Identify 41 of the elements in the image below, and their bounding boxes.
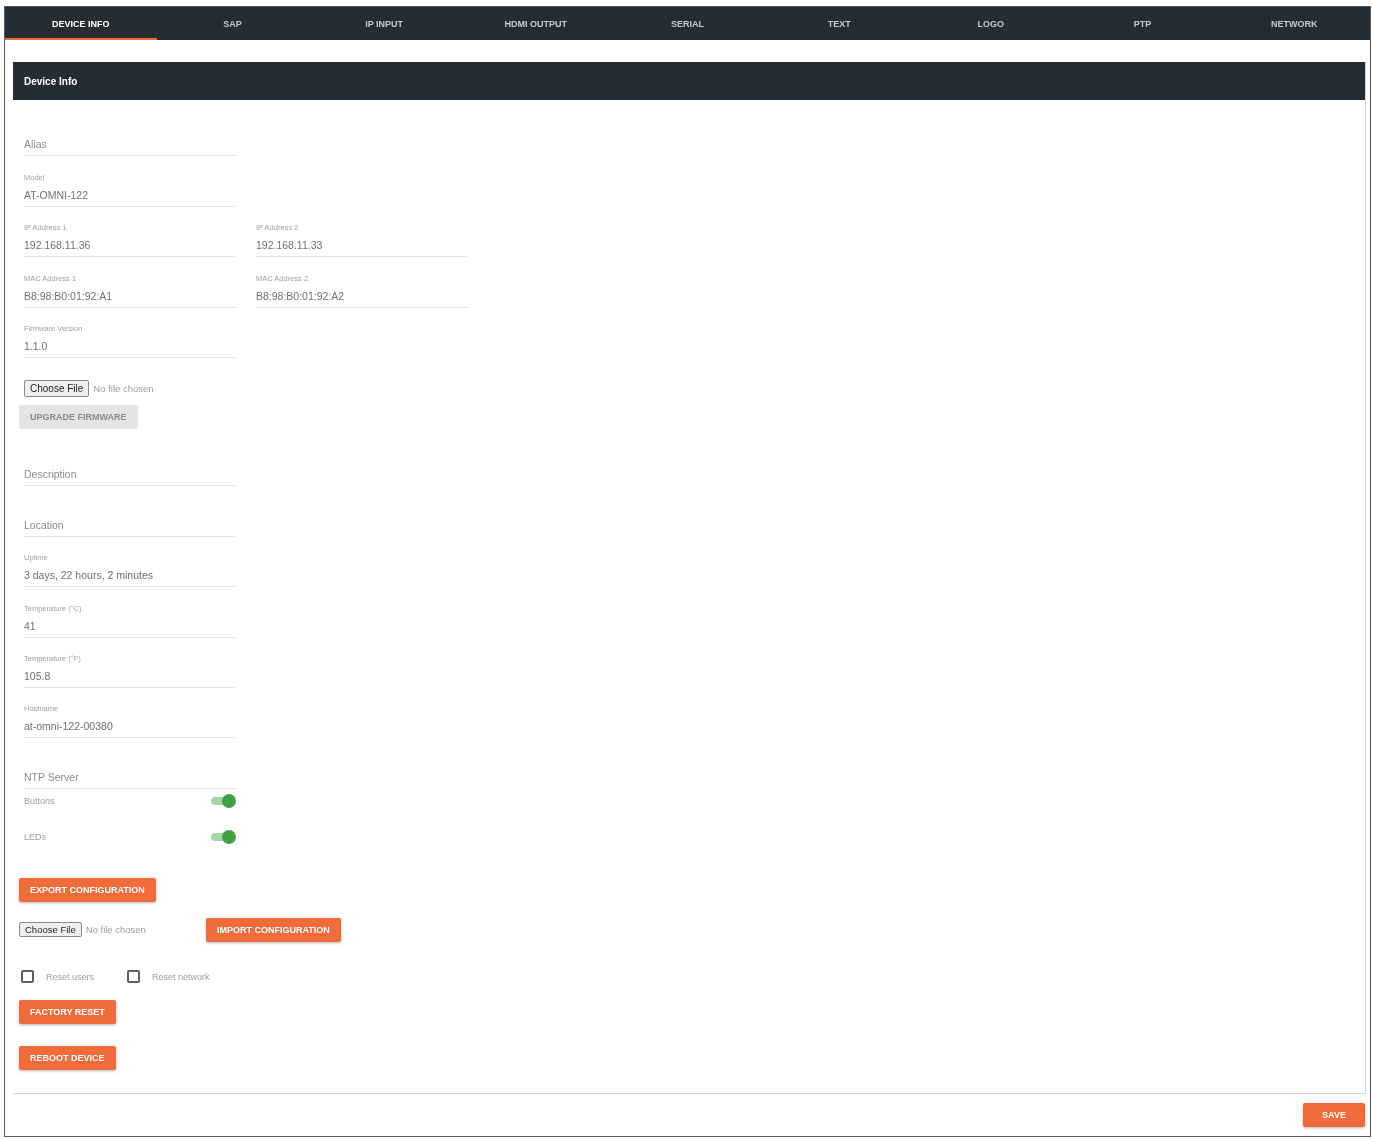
checkbox[interactable] <box>127 970 141 984</box>
action-button[interactable]: EXPORT CONFIGURATION <box>19 877 156 902</box>
tab[interactable]: LOGO <box>915 7 1067 40</box>
tab[interactable]: IP INPUT <box>308 7 460 40</box>
checkbox-label: Reset network <box>152 971 210 982</box>
save-button[interactable]: SAVE <box>1303 1102 1365 1127</box>
file-status: No file chosen <box>93 382 154 394</box>
checkbox-label: Reset users <box>46 971 95 982</box>
input-field[interactable]: AT-OMNI-122 <box>24 186 236 207</box>
input-field[interactable]: 192.168.11.36 <box>24 237 236 258</box>
tab[interactable]: SERIAL <box>611 7 764 40</box>
tab[interactable]: NETWORK <box>1218 7 1371 40</box>
input-field[interactable]: 192.168.11.33 <box>256 237 468 258</box>
input-field[interactable]: 3 days, 22 hours, 2 minutes <box>24 567 236 588</box>
toggle-switch[interactable] <box>210 829 236 844</box>
file-status: No file chosen <box>85 924 146 936</box>
tab[interactable]: DEVICE INFO <box>5 7 157 40</box>
section-title: Device Info <box>24 75 78 87</box>
input-field[interactable]: 1.1.0 <box>24 337 236 358</box>
tab[interactable]: TEXT <box>763 7 916 40</box>
input-field[interactable]: at-omni-122-00380 <box>24 718 236 739</box>
input-field[interactable]: B8:98:B0:01:92:A1 <box>24 287 236 308</box>
input-field[interactable]: Location <box>24 516 236 537</box>
input-field[interactable]: 41 <box>24 617 236 638</box>
input-field[interactable]: 105.8 <box>24 667 236 688</box>
tab[interactable]: PTP <box>1066 7 1219 40</box>
action-button[interactable]: FACTORY RESET <box>19 999 116 1024</box>
action-button[interactable]: IMPORT CONFIGURATION <box>205 917 341 942</box>
toggle-label: LEDs <box>24 831 46 842</box>
input-field[interactable]: B8:98:B0:01:92:A2 <box>256 287 468 308</box>
choose-file-button[interactable]: Choose File <box>24 379 90 397</box>
choose-file-button[interactable]: Choose File <box>19 922 82 938</box>
toggle-label: Buttons <box>24 795 55 806</box>
input-field[interactable]: NTP Server <box>24 768 236 789</box>
input-field[interactable]: Alias <box>24 136 236 157</box>
tab[interactable]: SAP <box>156 7 309 40</box>
tab[interactable]: HDMI OUTPUT <box>460 7 612 40</box>
toggle-switch[interactable] <box>210 793 236 808</box>
action-button[interactable]: REBOOT DEVICE <box>19 1045 116 1070</box>
input-field[interactable]: Description <box>24 466 236 487</box>
checkbox[interactable] <box>21 970 34 984</box>
